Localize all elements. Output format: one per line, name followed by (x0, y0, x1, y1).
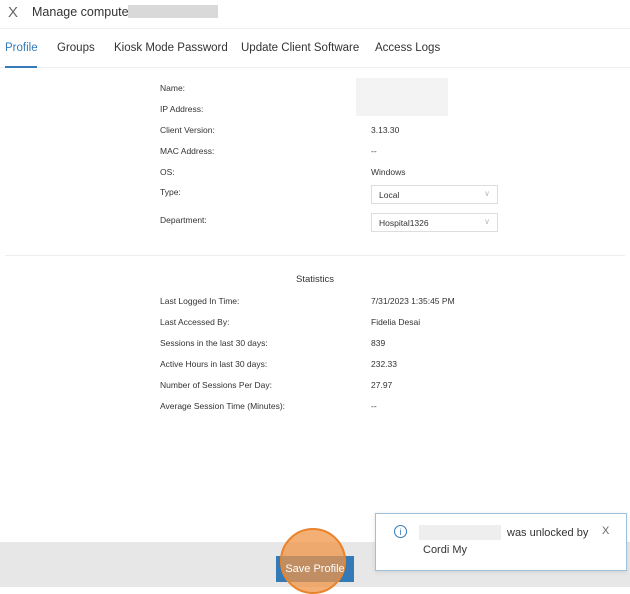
tab-bar: Profile Groups Kiosk Mode Password Updat… (0, 36, 630, 66)
stat-label: Last Accessed By: (160, 317, 230, 327)
mac-address-label: MAC Address: (160, 146, 215, 156)
mac-address-value: -- (371, 146, 377, 156)
stat-label: Average Session Time (Minutes): (160, 401, 286, 411)
close-icon[interactable]: X (8, 4, 18, 21)
toast-computer-redacted (419, 525, 501, 540)
stat-value: -- (371, 401, 377, 411)
section-divider (5, 255, 625, 256)
stat-label: Sessions in the last 30 days: (160, 338, 268, 348)
client-version-label: Client Version: (160, 125, 215, 135)
stat-value: 839 (371, 338, 386, 348)
type-select[interactable]: Local ∨ (371, 185, 498, 204)
os-value: Windows (371, 167, 406, 177)
ip-address-label: IP Address: (160, 104, 204, 114)
tab-update-client-software[interactable]: Update Client Software (241, 42, 359, 54)
stat-value: 27.97 (371, 380, 393, 390)
name-label: Name: (160, 83, 186, 93)
dialog-header: X Manage computer: (0, 0, 630, 28)
type-selected-value: Local (379, 190, 400, 200)
tab-groups[interactable]: Groups (57, 42, 95, 54)
type-label: Type: (160, 187, 181, 197)
stat-label: Active Hours in last 30 days: (160, 359, 268, 369)
client-version-value: 3.13.30 (371, 125, 400, 135)
tab-profile[interactable]: Profile (5, 42, 38, 54)
name-ip-redacted (356, 78, 448, 116)
close-icon[interactable]: X (602, 525, 609, 537)
computer-name-redacted (128, 5, 218, 18)
os-label: OS: (160, 167, 175, 177)
header-divider (0, 28, 630, 29)
tabs-divider (0, 67, 630, 68)
stat-label: Number of Sessions Per Day: (160, 380, 272, 390)
dialog-title: Manage computer: (32, 5, 137, 19)
tab-kiosk-mode-password[interactable]: Kiosk Mode Password (114, 42, 228, 54)
toast-user: Cordi My (423, 544, 468, 556)
stat-value: 7/31/2023 1:35:45 PM (371, 296, 455, 306)
stat-value: 232.33 (371, 359, 397, 369)
save-profile-label: Save Profile (285, 563, 345, 575)
click-highlight (280, 528, 346, 594)
active-tab-indicator (5, 66, 37, 68)
department-select[interactable]: Hospital1326 ∨ (371, 213, 498, 232)
info-icon: i (394, 525, 407, 538)
department-label: Department: (160, 215, 207, 225)
toast-notification: i was unlocked by X Cordi My (375, 513, 627, 571)
toast-message: was unlocked by (507, 527, 589, 539)
chevron-down-icon: ∨ (484, 189, 490, 198)
chevron-down-icon: ∨ (484, 217, 490, 226)
tab-access-logs[interactable]: Access Logs (375, 42, 440, 54)
stat-value: Fidelia Desai (371, 317, 421, 327)
department-selected-value: Hospital1326 (379, 218, 429, 228)
statistics-heading: Statistics (295, 274, 334, 285)
stat-label: Last Logged In Time: (160, 296, 240, 306)
